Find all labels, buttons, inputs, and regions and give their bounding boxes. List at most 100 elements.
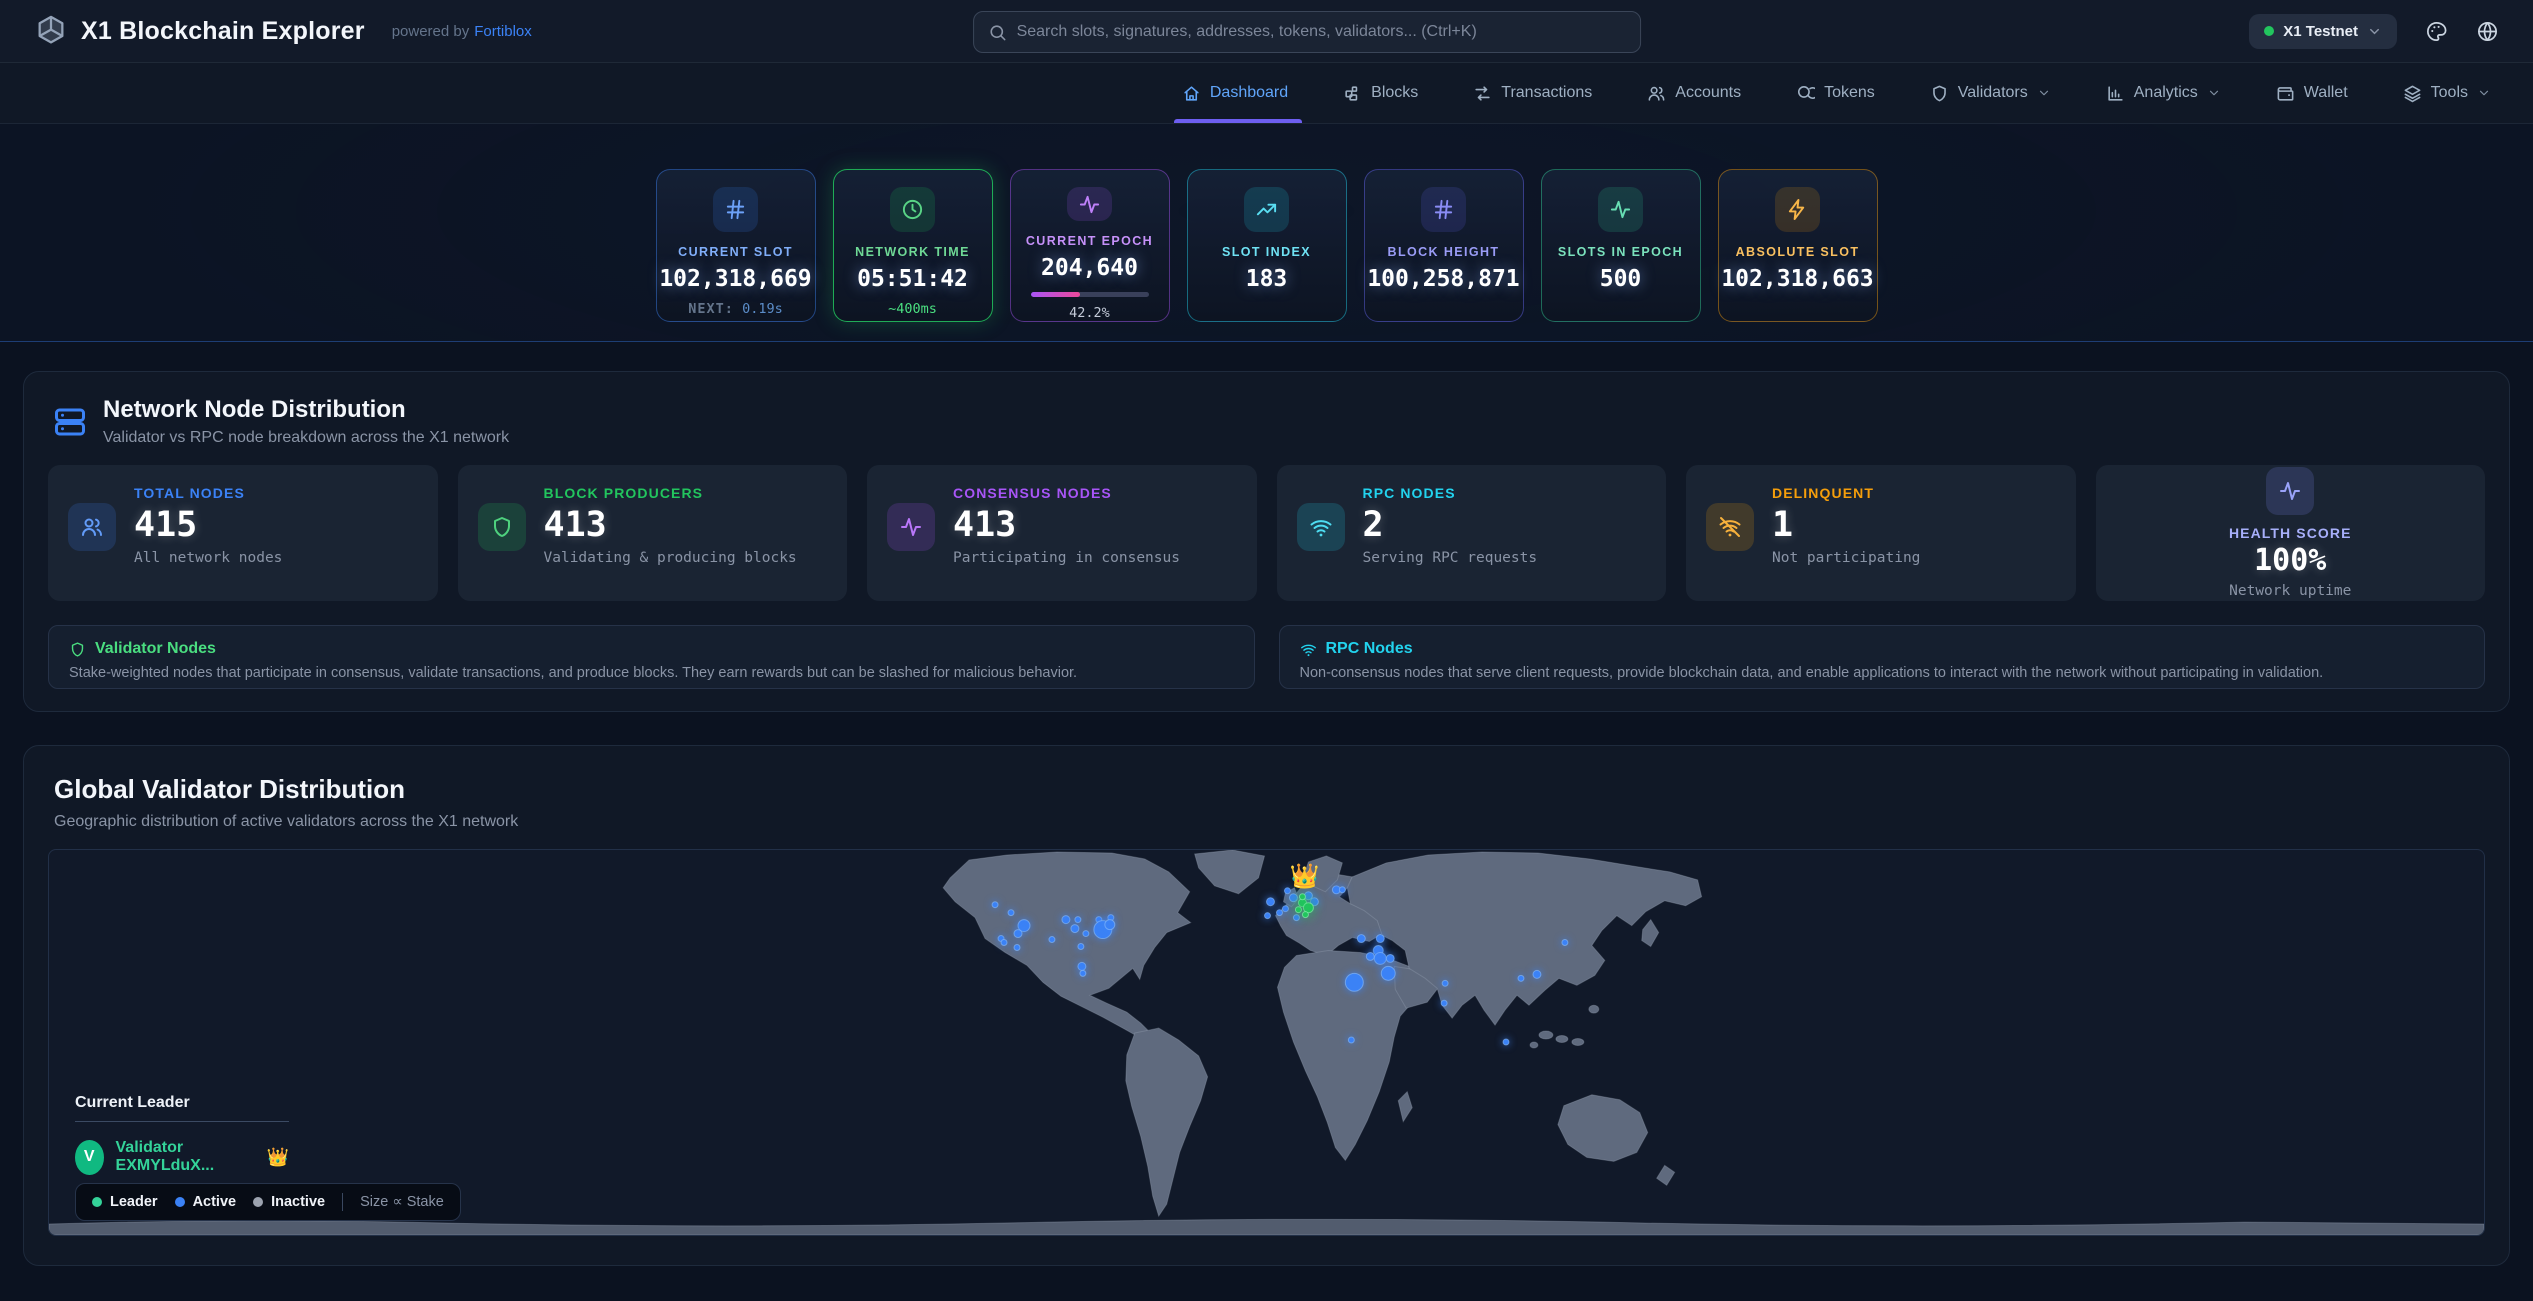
nav-item-dashboard[interactable]: Dashboard — [1182, 63, 1288, 123]
world-map-frame[interactable]: 👑 Current Leader V Validator EXMYLduX...… — [48, 849, 2485, 1236]
validator-marker[interactable] — [1374, 952, 1386, 964]
node-card-delinquent: DELINQUENT1Not participating — [1686, 465, 2076, 601]
validator-marker[interactable] — [1339, 887, 1345, 893]
home-icon — [1182, 84, 1201, 103]
stat-card-block-height[interactable]: BLOCK HEIGHT100,258,871 — [1364, 169, 1524, 322]
map-section-title: Global Validator Distribution — [48, 774, 2485, 805]
nav-label: Dashboard — [1210, 84, 1288, 102]
validator-marker[interactable] — [1562, 940, 1568, 946]
validator-marker[interactable] — [1503, 1039, 1509, 1045]
leader-validator-marker[interactable] — [1295, 907, 1301, 913]
node-section-header: Network Node Distribution Validator vs R… — [48, 396, 2485, 447]
nav-label: Analytics — [2134, 84, 2198, 102]
node-card-sub: Not participating — [1772, 550, 1920, 566]
users-icon — [68, 503, 116, 551]
current-leader-row[interactable]: V Validator EXMYLduX... 👑 — [75, 1139, 289, 1175]
stat-label: SLOTS IN EPOCH — [1558, 245, 1683, 259]
chevron-down-icon — [2207, 86, 2221, 100]
global-search[interactable] — [973, 11, 1641, 53]
stat-card-current-slot[interactable]: CURRENT SLOT102,318,669NEXT: 0.19s — [656, 169, 816, 322]
stat-card-current-epoch[interactable]: CURRENT EPOCH204,64042.2% — [1010, 169, 1170, 322]
theme-palette-icon[interactable] — [2425, 20, 2448, 43]
stat-sub: NEXT: 0.19s — [688, 301, 782, 317]
validator-marker[interactable] — [1293, 915, 1299, 921]
nav-item-transactions[interactable]: Transactions — [1473, 63, 1592, 123]
validator-marker[interactable] — [1078, 944, 1084, 950]
validator-marker[interactable] — [1376, 935, 1384, 943]
validator-marker[interactable] — [1049, 937, 1055, 943]
current-leader-overlay: Current Leader V Validator EXMYLduX... 👑 — [75, 1094, 289, 1175]
stat-card-network-time[interactable]: NETWORK TIME05:51:42~400ms — [833, 169, 993, 322]
stat-card-slots-in-epoch[interactable]: SLOTS IN EPOCH 500 — [1541, 169, 1701, 322]
shield-icon — [69, 641, 86, 658]
search-input[interactable] — [1017, 23, 1626, 41]
nav-item-tokens[interactable]: Tokens — [1796, 63, 1875, 123]
validator-marker[interactable] — [1001, 940, 1007, 946]
validator-marker[interactable] — [1533, 970, 1541, 978]
legend-note: Size ∝ Stake — [360, 1194, 444, 1210]
node-card-value: 2 — [1363, 505, 1538, 545]
nav-item-blocks[interactable]: Blocks — [1343, 63, 1418, 123]
leader-validator-marker[interactable] — [1303, 903, 1313, 913]
nav-label: Blocks — [1371, 84, 1418, 102]
activity-icon — [887, 503, 935, 551]
epoch-progress-bar — [1031, 292, 1149, 297]
validator-marker[interactable] — [1105, 920, 1115, 930]
shield-icon — [490, 515, 514, 539]
validator-marker[interactable] — [1441, 1000, 1447, 1006]
validator-marker[interactable] — [1071, 925, 1079, 933]
stat-card-absolute-slot[interactable]: ABSOLUTE SLOT102,318,663 — [1718, 169, 1878, 322]
stat-card-slot-index[interactable]: SLOT INDEX183 — [1187, 169, 1347, 322]
info-box-title: Validator Nodes — [95, 640, 216, 658]
validator-marker[interactable] — [1008, 910, 1014, 916]
validator-marker[interactable] — [1014, 945, 1020, 951]
validator-marker[interactable] — [1442, 980, 1448, 986]
nav-label: Transactions — [1501, 84, 1592, 102]
validator-marker[interactable] — [1345, 973, 1363, 991]
validator-marker[interactable] — [1083, 931, 1089, 937]
tokens-icon — [1796, 84, 1815, 103]
validator-marker[interactable] — [1267, 898, 1275, 906]
validator-marker[interactable] — [1381, 966, 1395, 980]
validator-marker[interactable] — [1357, 935, 1365, 943]
node-card-sub: Serving RPC requests — [1363, 550, 1538, 566]
validator-marker[interactable] — [1080, 970, 1086, 976]
current-leader-title: Current Leader — [75, 1094, 289, 1112]
nav-item-tools[interactable]: Tools — [2403, 63, 2491, 123]
map-land — [49, 850, 2484, 1235]
validator-marker[interactable] — [1276, 910, 1282, 916]
hash-icon — [1432, 198, 1455, 221]
node-cards-row: TOTAL NODES415All network nodesBLOCK PRO… — [48, 465, 2485, 601]
node-card-value: 413 — [953, 505, 1180, 545]
leader-crown-marker[interactable]: 👑 — [1290, 863, 1320, 890]
leader-validator-marker[interactable] — [1302, 912, 1308, 918]
validator-marker[interactable] — [1282, 906, 1288, 912]
node-section-subtitle: Validator vs RPC node breakdown across t… — [103, 429, 509, 447]
validator-marker[interactable] — [1366, 952, 1374, 960]
legend-items: LeaderActiveInactive — [92, 1194, 325, 1210]
stat-sub: ~400ms — [888, 301, 937, 317]
validator-marker[interactable] — [1348, 1037, 1354, 1043]
validator-marker[interactable] — [1075, 917, 1081, 923]
leader-validator-marker[interactable] — [1299, 894, 1305, 900]
validator-marker[interactable] — [1014, 930, 1022, 938]
nav-item-wallet[interactable]: Wallet — [2276, 63, 2348, 123]
node-card-value: 100% — [2254, 543, 2326, 578]
network-selector[interactable]: X1 Testnet — [2249, 14, 2397, 49]
node-card-value: 1 — [1772, 505, 1920, 545]
validator-marker[interactable] — [1289, 894, 1297, 902]
fortiblox-link[interactable]: Fortiblox — [474, 23, 532, 40]
wifi-off-icon — [1718, 515, 1742, 539]
validator-marker[interactable] — [1518, 975, 1524, 981]
nav-item-accounts[interactable]: Accounts — [1647, 63, 1741, 123]
nav-item-validators[interactable]: Validators — [1930, 63, 2051, 123]
validator-marker[interactable] — [1265, 913, 1271, 919]
validator-marker[interactable] — [1386, 954, 1394, 962]
language-globe-icon[interactable] — [2476, 20, 2499, 43]
validator-marker[interactable] — [992, 902, 998, 908]
validator-marker[interactable] — [1062, 916, 1070, 924]
leader-name-link[interactable]: Validator EXMYLduX... — [116, 1139, 255, 1175]
nav-item-analytics[interactable]: Analytics — [2106, 63, 2221, 123]
stat-value: 500 — [1600, 266, 1642, 292]
validator-marker[interactable] — [1078, 962, 1086, 970]
